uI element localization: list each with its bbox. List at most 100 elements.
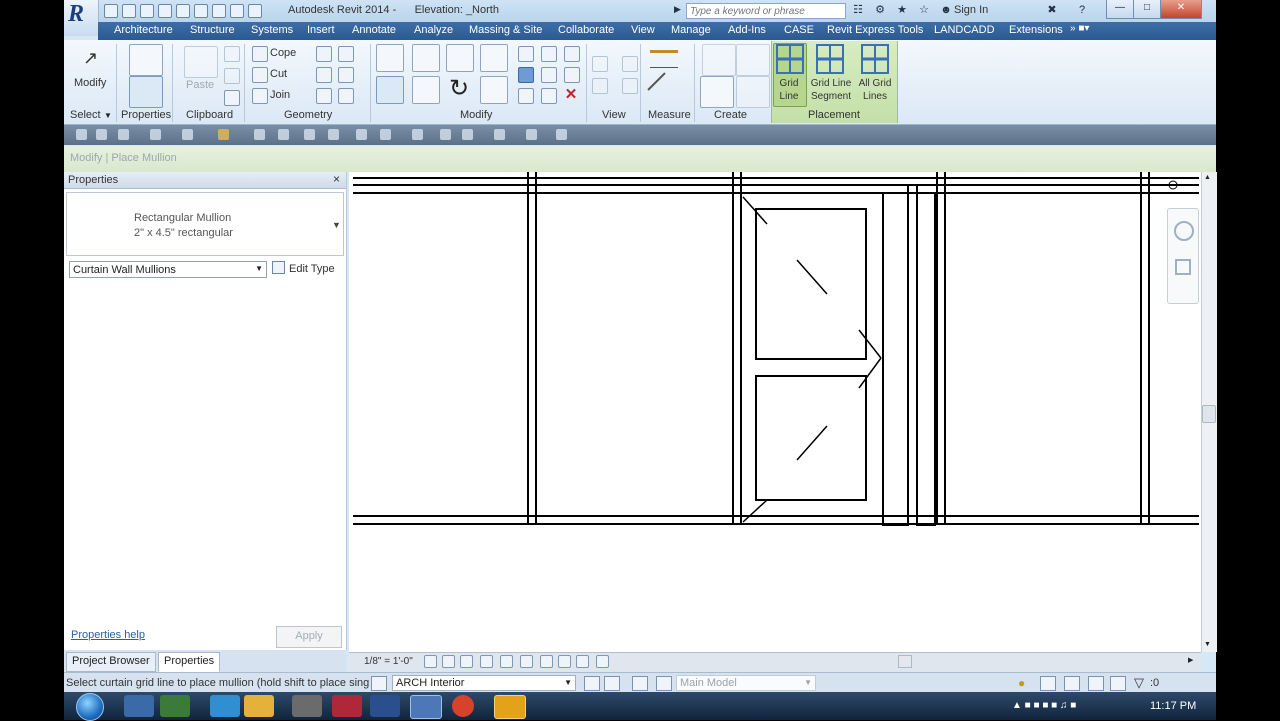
print-icon[interactable]	[176, 4, 190, 18]
pick-icon[interactable]	[338, 88, 354, 104]
override-graphics-icon[interactable]	[622, 56, 638, 72]
select-underlay-icon[interactable]	[1040, 676, 1056, 691]
workset-icon[interactable]	[371, 676, 387, 691]
create-parts-icon[interactable]	[736, 44, 770, 76]
match-properties-icon[interactable]	[224, 90, 240, 106]
taskbar-app-icon[interactable]	[332, 695, 362, 717]
cut-label[interactable]: Cut	[270, 68, 287, 80]
tool-icon[interactable]	[462, 129, 473, 140]
filter-icon[interactable]: ▽	[1134, 675, 1144, 691]
tab-insert[interactable]: Insert	[307, 24, 335, 36]
highlight-displacement-icon[interactable]	[596, 655, 609, 668]
visual-style-icon[interactable]	[442, 655, 455, 668]
subscription-icon[interactable]: ⚙	[874, 4, 886, 16]
maximize-button[interactable]: □	[1133, 0, 1161, 19]
tool-icon[interactable]	[440, 129, 451, 140]
tool-icon[interactable]	[328, 129, 339, 140]
tab-annotate[interactable]: Annotate	[352, 24, 396, 36]
create-assembly-icon[interactable]	[702, 44, 736, 76]
tool-icon[interactable]	[278, 129, 289, 140]
all-grid-lines-icon[interactable]	[861, 44, 889, 74]
linework-icon[interactable]	[592, 78, 608, 94]
exchange-icon[interactable]: ✖	[1046, 4, 1058, 16]
cut-icon[interactable]	[252, 67, 268, 83]
panel-select-label[interactable]: Select	[70, 109, 101, 121]
taskbar-app-icon[interactable]	[160, 695, 190, 717]
cut-clipboard-icon[interactable]	[224, 46, 240, 62]
tab-architecture[interactable]: Architecture	[114, 24, 173, 36]
scroll-right-icon[interactable]: ▶	[1188, 656, 1193, 664]
view-scale[interactable]: 1/8" = 1'-0"	[364, 656, 413, 667]
taskbar-app-icon[interactable]	[244, 695, 274, 717]
search-input[interactable]	[686, 3, 846, 19]
3d-view-icon[interactable]	[230, 4, 244, 18]
tool-icon[interactable]	[526, 129, 537, 140]
editing-requests-icon[interactable]	[604, 676, 620, 691]
select-links-icon[interactable]: ●	[1018, 676, 1025, 690]
grid-line-segment-label[interactable]: Grid Line Segment	[808, 77, 854, 103]
reveal-hidden-icon[interactable]	[558, 655, 571, 668]
properties-close-icon[interactable]: ×	[333, 172, 340, 186]
taskbar-app-icon[interactable]	[452, 695, 474, 717]
tab-case[interactable]: CASE	[784, 24, 814, 36]
unpin-icon[interactable]	[564, 67, 580, 83]
revit-logo-icon[interactable]: R	[64, 0, 99, 36]
design-options-icon[interactable]	[632, 676, 648, 691]
properties-help-link[interactable]: Properties help	[71, 629, 145, 641]
pin-icon[interactable]	[564, 46, 580, 62]
text-icon[interactable]	[212, 4, 226, 18]
search-expand-icon[interactable]: ▶	[674, 4, 681, 15]
tab-landcadd[interactable]: LANDCADD	[934, 24, 995, 36]
taskbar-app-icon[interactable]	[370, 695, 400, 717]
tab-properties[interactable]: Properties	[158, 652, 221, 672]
instance-filter-dropdown[interactable]: Curtain Wall Mullions ▼	[69, 261, 267, 278]
tool-icon[interactable]	[412, 129, 423, 140]
help-icon[interactable]: ?	[1076, 4, 1088, 16]
measure-icon[interactable]	[650, 50, 678, 68]
trim-single-icon[interactable]	[518, 88, 534, 104]
workset-dropdown[interactable]: ARCH Interior ▼	[392, 675, 576, 691]
align-icon[interactable]	[376, 44, 404, 72]
view-dropdown-icon[interactable]	[622, 78, 638, 94]
vertical-scroll-thumb[interactable]	[1202, 405, 1216, 423]
taskbar-app-icon[interactable]	[292, 695, 322, 717]
taskbar-app-icon[interactable]	[410, 695, 442, 719]
cope-icon[interactable]	[252, 46, 268, 62]
detail-level-icon[interactable]	[424, 655, 437, 668]
type-properties-icon[interactable]	[129, 44, 163, 76]
cope-label[interactable]: Cope	[270, 47, 296, 59]
tab-overflow-icon[interactable]: » ■▾	[1070, 23, 1089, 34]
design-option-dropdown[interactable]: Main Model ▼	[676, 675, 816, 691]
scale-icon[interactable]	[541, 67, 557, 83]
taskbar-app-icon[interactable]	[494, 695, 526, 719]
communication-icon[interactable]: ★	[896, 4, 908, 16]
taskbar-app-icon[interactable]	[124, 695, 154, 717]
taskbar-app-icon[interactable]	[210, 695, 240, 717]
join-icon[interactable]	[252, 88, 268, 104]
zoom-icon[interactable]	[1175, 259, 1191, 275]
design-options-toggle-icon[interactable]	[656, 676, 672, 691]
tab-revit-express-tools[interactable]: Revit Express Tools	[827, 24, 923, 36]
split-element-icon[interactable]	[518, 46, 534, 62]
editable-only-icon[interactable]	[584, 676, 600, 691]
rotate-icon[interactable]: ↻	[449, 76, 469, 102]
hide-element-icon[interactable]	[592, 56, 608, 72]
tool-icon[interactable]	[380, 129, 391, 140]
tool-icon[interactable]	[182, 129, 193, 140]
tool-icon[interactable]	[218, 129, 229, 140]
binoculars-icon[interactable]: ☷	[852, 4, 864, 16]
wall-joins-icon[interactable]	[316, 46, 332, 62]
tool-icon[interactable]	[96, 129, 107, 140]
sun-path-icon[interactable]	[460, 655, 473, 668]
tab-collaborate[interactable]: Collaborate	[558, 24, 614, 36]
modify-button-label[interactable]: Modify	[74, 77, 106, 89]
tab-massing-site[interactable]: Massing & Site	[469, 24, 542, 36]
favorites-icon[interactable]: ☆	[918, 4, 930, 16]
tab-add-ins[interactable]: Add-Ins	[728, 24, 766, 36]
shadows-icon[interactable]	[480, 655, 493, 668]
tool-icon[interactable]	[150, 129, 161, 140]
properties-toggle-button[interactable]	[129, 76, 163, 108]
copy-element-icon[interactable]	[412, 76, 440, 104]
tab-project-browser[interactable]: Project Browser	[66, 652, 156, 672]
tab-view[interactable]: View	[631, 24, 655, 36]
